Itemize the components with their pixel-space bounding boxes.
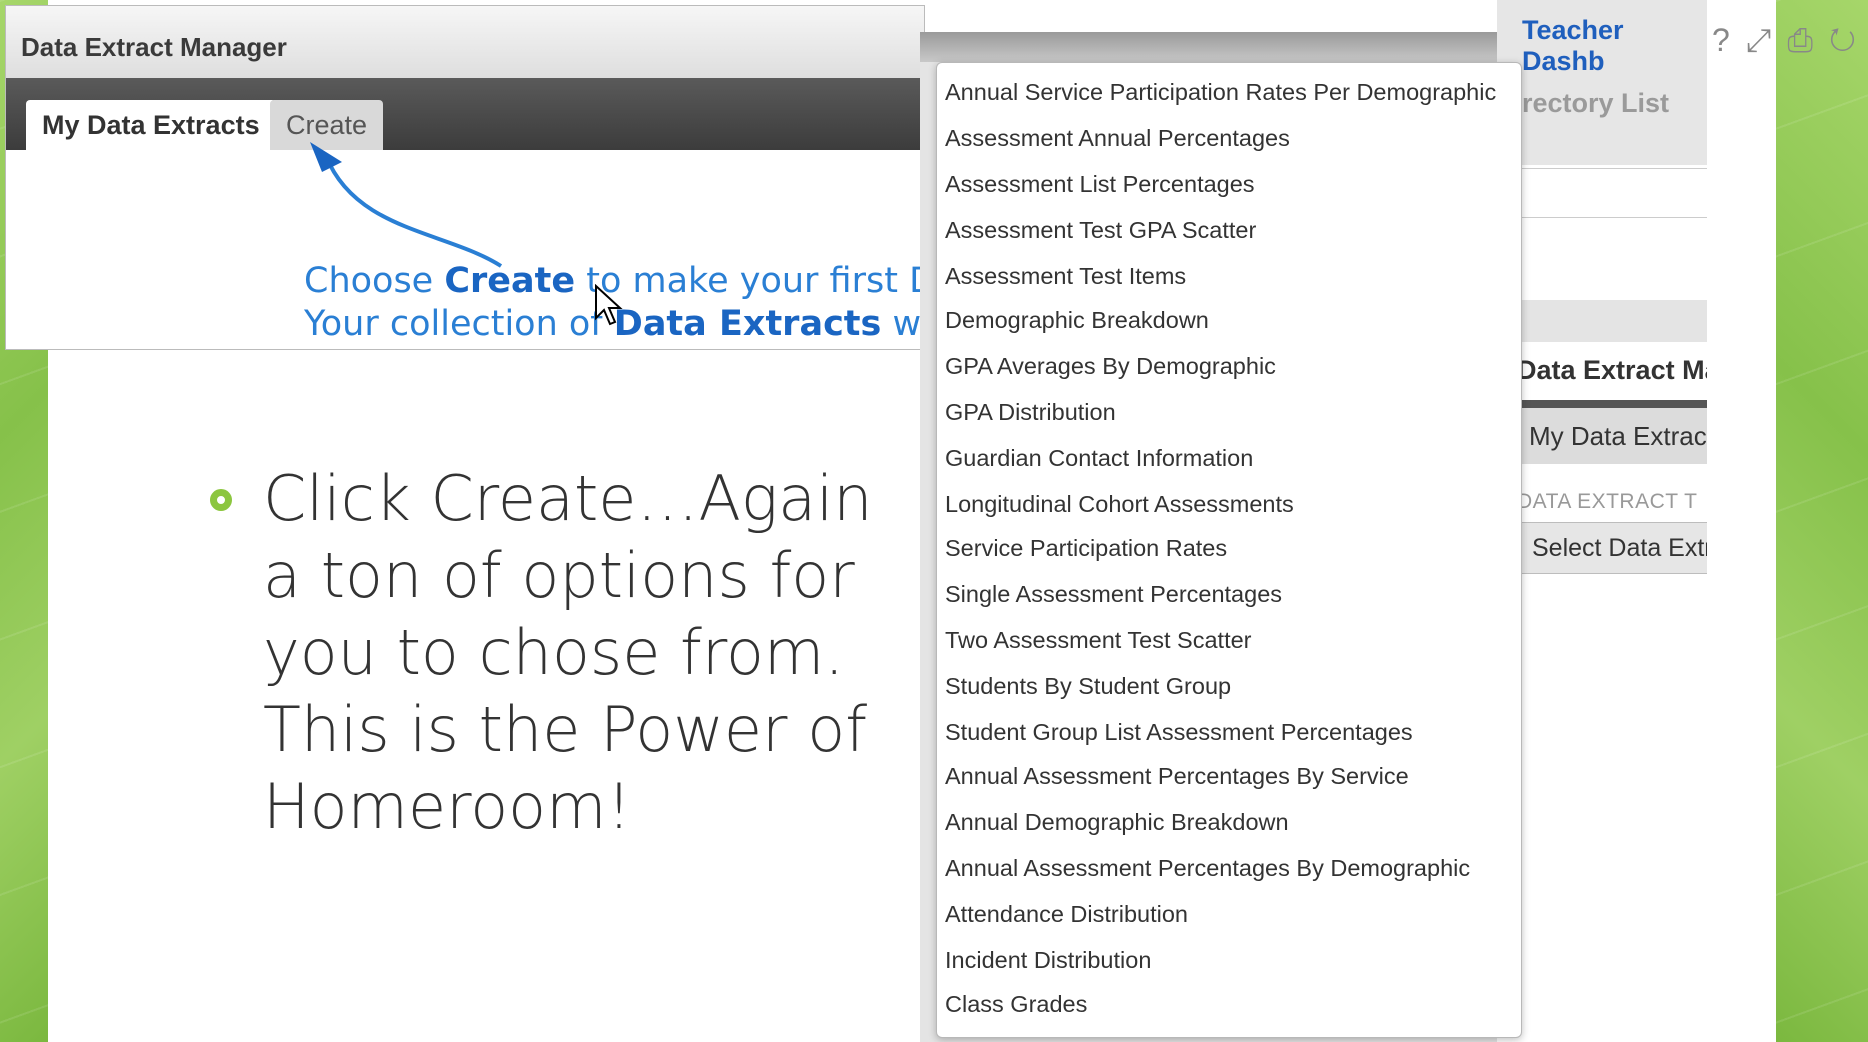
menu-item[interactable]: Service Participation Rates: [945, 535, 1227, 562]
expand-icon[interactable]: ⤢: [1746, 22, 1788, 58]
menu-item[interactable]: Guardian Contact Information: [945, 445, 1253, 472]
menu-item[interactable]: Class Grades: [945, 991, 1087, 1018]
menu-item[interactable]: Students By Student Group: [945, 673, 1231, 700]
menu-item[interactable]: Single Assessment Percentages: [945, 581, 1282, 608]
print-icon[interactable]: ⎙: [1787, 22, 1829, 58]
instruction-line-1: Choose Create to make your first Da: [304, 261, 958, 301]
mouse-cursor-icon: [595, 284, 623, 326]
help-icon[interactable]: ?: [1712, 22, 1746, 58]
window-toolbar-icons: ?⤢⎙↻: [1712, 22, 1868, 60]
menu-item[interactable]: Assessment Annual Percentages: [945, 125, 1290, 152]
menu-item[interactable]: Student Group List Assessment Percentage…: [945, 719, 1413, 746]
data-extract-type-label: DATA EXTRACT T: [1517, 490, 1698, 513]
create-extract-dropdown-menu: Annual Service Participation Rates Per D…: [936, 62, 1522, 1038]
menu-item[interactable]: Demographic Breakdown: [945, 307, 1209, 334]
menu-item[interactable]: Incident Distribution: [945, 947, 1151, 974]
menu-item[interactable]: Annual Assessment Percentages By Demogra…: [945, 855, 1470, 882]
directory-list-link[interactable]: rectory List: [1522, 88, 1669, 119]
menu-item[interactable]: Assessment Test Items: [945, 263, 1186, 290]
menu-item[interactable]: Assessment List Percentages: [945, 171, 1255, 198]
data-extract-manager-window: Data Extract Manager My Data Extracts Cr…: [5, 5, 983, 350]
tab-my-data-extracts[interactable]: My Data Extracts: [26, 100, 276, 150]
menu-item[interactable]: Longitudinal Cohort Assessments: [945, 491, 1294, 518]
search-field[interactable]: [1497, 168, 1707, 218]
slide-background-right: [1776, 0, 1868, 1042]
tab-my-data-extracts-right[interactable]: My Data Extrac: [1517, 408, 1707, 464]
menu-item[interactable]: GPA Distribution: [945, 399, 1116, 426]
menu-item[interactable]: GPA Averages By Demographic: [945, 353, 1276, 380]
menu-item[interactable]: Annual Demographic Breakdown: [945, 809, 1289, 836]
select-data-extract-dropdown[interactable]: Select Data Extr: [1517, 522, 1707, 574]
slide-bullet-text: Click Create…Again a ton of options for …: [263, 462, 873, 843]
right-window: Teacher Dashb rectory List Data Extract …: [1497, 0, 1707, 1042]
refresh-icon[interactable]: ↻: [1829, 22, 1868, 58]
window-title: Data Extract Manager: [21, 32, 287, 62]
bullet-icon: [210, 489, 232, 511]
right-tab-bar: My Data Extrac: [1497, 400, 1707, 464]
menu-item[interactable]: Attendance Distribution: [945, 901, 1188, 928]
teacher-dashboard-link[interactable]: Teacher Dashb: [1522, 15, 1707, 77]
menu-item[interactable]: Two Assessment Test Scatter: [945, 627, 1252, 654]
instruction-arrow: [310, 142, 503, 268]
menu-item[interactable]: Annual Assessment Percentages By Service: [945, 763, 1409, 790]
section-title: Data Extract Ma: [1517, 355, 1707, 385]
menu-item[interactable]: Assessment Test GPA Scatter: [945, 217, 1256, 244]
menu-item[interactable]: Annual Service Participation Rates Per D…: [945, 79, 1496, 106]
instruction-line-2: Your collection of Data Extracts will a: [304, 304, 983, 344]
window-titlebar: Data Extract Manager: [6, 6, 924, 79]
